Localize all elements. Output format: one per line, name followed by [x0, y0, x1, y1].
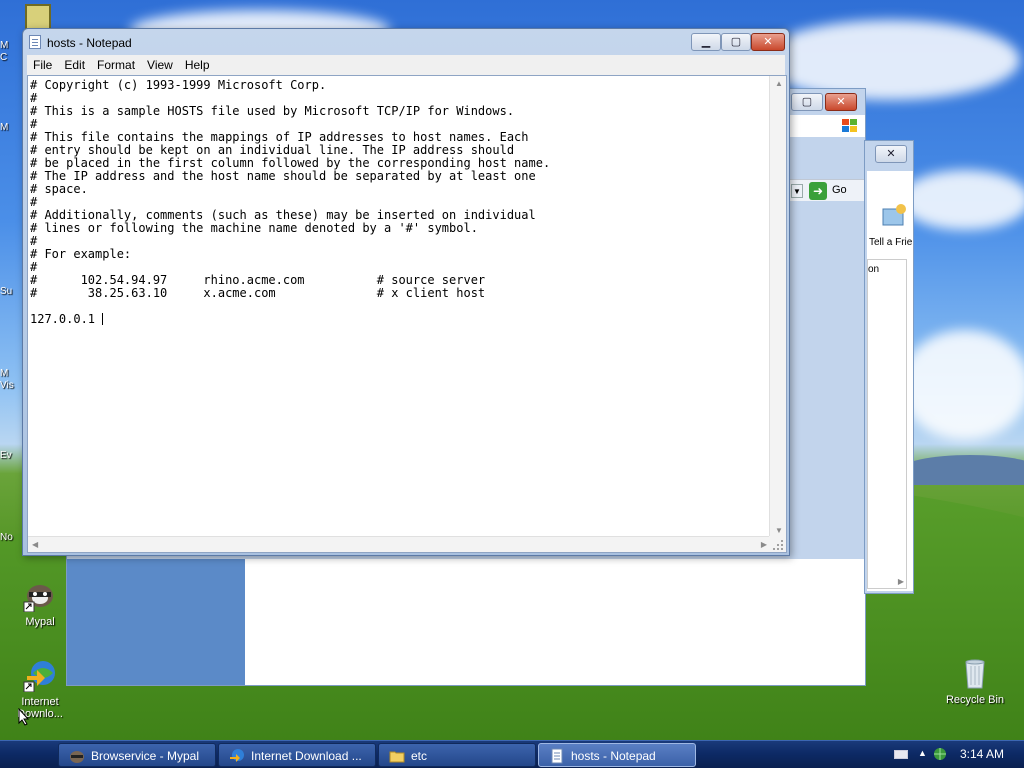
- taskbar-button-label: Internet Download ...: [251, 749, 362, 763]
- browser-content: Tell a Frie on ▶: [867, 171, 913, 591]
- text-editor-area[interactable]: # Copyright (c) 1993-1999 Microsoft Corp…: [27, 75, 787, 553]
- address-bar-end: ▼ ➜ Go: [789, 179, 867, 201]
- scroll-right-arrow-icon[interactable]: ▶: [761, 540, 767, 549]
- background-window-browser[interactable]: ✕ Tell a Frie on ▶: [864, 140, 914, 594]
- raccoon-icon: [69, 748, 85, 764]
- tell-a-friend-label[interactable]: Tell a Frie: [869, 237, 912, 248]
- menu-edit[interactable]: Edit: [58, 55, 91, 72]
- cloud: [900, 330, 1024, 440]
- cloud: [900, 170, 1024, 230]
- desktop-shortcut-icon[interactable]: [25, 4, 51, 30]
- taskbar-button-notepad[interactable]: hosts - Notepad: [538, 743, 696, 767]
- size-grip-icon[interactable]: [769, 536, 786, 552]
- menu-format[interactable]: Format: [91, 55, 141, 72]
- chevron-up-icon[interactable]: ▲: [918, 748, 927, 758]
- taskbar-button-label: etc: [411, 749, 428, 763]
- sidebar-panel: [67, 559, 245, 685]
- go-button[interactable]: Go: [832, 184, 847, 196]
- list-panel: on ▶: [867, 259, 907, 589]
- keyboard-icon[interactable]: [894, 750, 908, 759]
- clipped-icon-label: Su: [0, 286, 13, 297]
- maximize-button[interactable]: ▢: [721, 33, 751, 51]
- folder-icon: [389, 748, 405, 764]
- menu-file[interactable]: File: [27, 55, 58, 72]
- text-caret: [102, 313, 104, 325]
- network-globe-icon[interactable]: [932, 746, 948, 762]
- horizontal-scrollbar[interactable]: ◀ ▶: [28, 536, 771, 552]
- clipped-icon-label: M: [0, 368, 9, 379]
- go-arrow-icon[interactable]: ➜: [809, 182, 827, 200]
- taskbar-button-internet-download[interactable]: Internet Download ...: [218, 743, 376, 767]
- notepad-icon: [549, 748, 565, 764]
- taskbar-button-label: Browservice - Mypal: [91, 749, 200, 763]
- menu-help[interactable]: Help: [179, 55, 216, 72]
- close-button[interactable]: ✕: [875, 145, 907, 163]
- windows-flag-icon: [841, 118, 859, 134]
- desktop-icon-label: Mypal: [25, 616, 55, 628]
- scroll-left-arrow-icon[interactable]: ◀: [32, 540, 38, 549]
- notepad-window[interactable]: hosts - Notepad ▁ ▢ ✕ File Edit Format View…: [22, 28, 790, 556]
- vertical-scrollbar[interactable]: ▲ ▼: [769, 76, 786, 538]
- idm-globe-icon: [229, 748, 245, 764]
- clipped-icon-label: M: [0, 40, 9, 51]
- clipped-icon-label: C: [0, 52, 8, 63]
- hosts-file-content: # Copyright (c) 1993-1999 Microsoft Corp…: [30, 79, 551, 326]
- clipped-icon-label: No: [0, 532, 13, 543]
- idm-globe-icon: [23, 658, 57, 693]
- clipped-icon-label: Ev: [0, 450, 12, 461]
- clipped-icon-label: M: [0, 122, 9, 133]
- scroll-right-arrow-icon[interactable]: ▶: [898, 577, 904, 586]
- menu-bar: File Edit Format View Help: [27, 55, 785, 75]
- window-title: hosts - Notepad: [47, 36, 132, 50]
- close-button[interactable]: ✕: [751, 33, 785, 51]
- mouse-cursor-icon: [18, 707, 30, 726]
- content-area: [245, 559, 865, 685]
- column-header: on: [868, 264, 880, 275]
- system-tray: ▲ 3:14 AM: [894, 741, 1024, 768]
- taskbar-button-etc[interactable]: etc: [378, 743, 536, 767]
- clipped-icon-label: Vis: [0, 380, 14, 391]
- toolbar-area: [789, 115, 865, 137]
- recycle-bin-icon: [958, 656, 992, 690]
- clock[interactable]: 3:14 AM: [960, 747, 1004, 761]
- distant-hills: [900, 455, 1024, 485]
- close-button[interactable]: ✕: [825, 93, 857, 111]
- hosts-file-text[interactable]: # Copyright (c) 1993-1999 Microsoft Corp…: [30, 79, 770, 537]
- notepad-titlebar[interactable]: hosts - Notepad ▁ ▢ ✕: [23, 29, 789, 55]
- tell-a-friend-icon: [879, 201, 909, 231]
- scroll-up-arrow-icon[interactable]: ▲: [775, 79, 783, 88]
- notepad-icon: [29, 35, 41, 49]
- desktop-icon-label: Internet Downlo...: [17, 696, 63, 720]
- taskbar-button-label: hosts - Notepad: [571, 749, 656, 763]
- raccoon-icon: [23, 578, 57, 613]
- desktop-icon-label: Recycle Bin: [945, 694, 1005, 706]
- dropdown-arrow-icon[interactable]: ▼: [791, 184, 803, 198]
- desktop-icon-recycle-bin[interactable]: Recycle Bin: [940, 656, 1010, 706]
- maximize-button[interactable]: ▢: [791, 93, 823, 111]
- desktop-icon-internet-download[interactable]: Internet Downlo...: [5, 658, 75, 720]
- desktop-icon-mypal[interactable]: Mypal: [5, 578, 75, 628]
- desktop-wallpaper: M C M Su M Vis Ev No Mypal Internet Down…: [0, 0, 1024, 740]
- taskbar: Browservice - Mypal Internet Download ..…: [0, 740, 1024, 768]
- scroll-down-arrow-icon[interactable]: ▼: [775, 526, 783, 535]
- minimize-button[interactable]: ▁: [691, 33, 721, 51]
- taskbar-button-browservice[interactable]: Browservice - Mypal: [58, 743, 216, 767]
- menu-view[interactable]: View: [141, 55, 179, 72]
